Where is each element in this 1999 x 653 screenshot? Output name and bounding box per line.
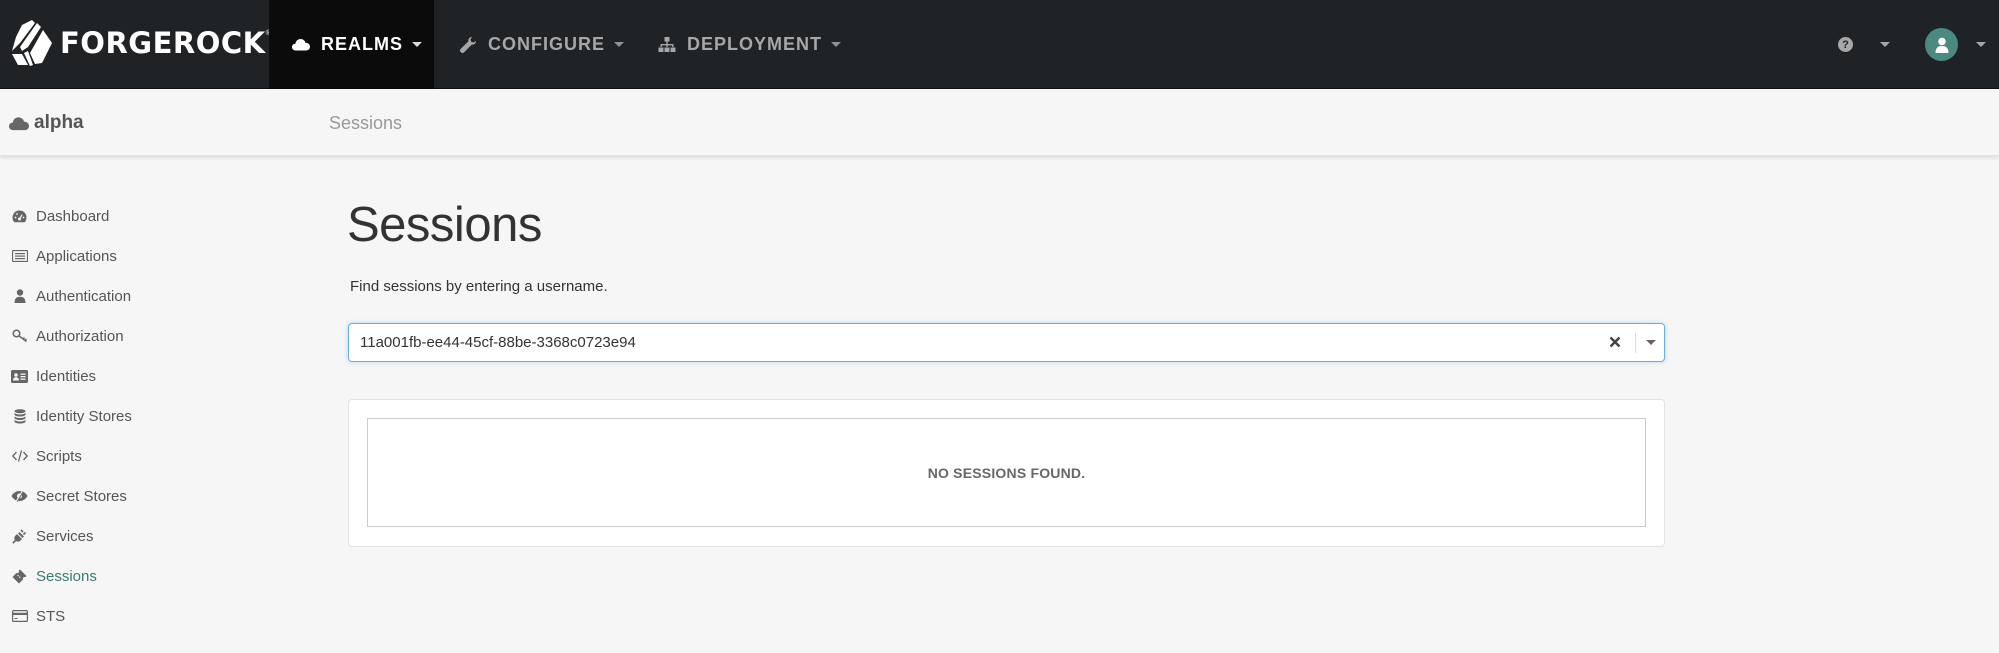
- sidebar-item-services[interactable]: Services: [0, 516, 250, 556]
- help-menu-button[interactable]: ?: [1838, 0, 1853, 89]
- question-circle-icon: ?: [1838, 37, 1853, 52]
- realm-name[interactable]: alpha: [9, 112, 84, 134]
- sitemap-icon: [657, 35, 677, 55]
- clear-search-button[interactable]: [1606, 333, 1624, 351]
- code-icon: [11, 448, 28, 464]
- sidebar-item-label: Scripts: [36, 447, 82, 465]
- sidebar-item-label: STS: [36, 607, 66, 625]
- nav-realms-label: REALMS: [321, 34, 403, 54]
- sidebar-item-authentication[interactable]: Authentication: [0, 276, 250, 316]
- user-avatar-icon: [1925, 28, 1958, 61]
- chevron-down-icon: [1880, 42, 1890, 47]
- help-menu-caret[interactable]: [1880, 0, 1890, 89]
- id-card-icon: [11, 368, 28, 384]
- nav-realms[interactable]: REALMS: [269, 0, 434, 89]
- select-separator: [1635, 333, 1636, 353]
- sidebar-item-applications[interactable]: Applications: [0, 236, 250, 276]
- brand-name: FORGEROCK: [60, 26, 266, 60]
- top-navbar: FORGEROCK® REALMS CONFIGURE DEPLOYMENT ?: [0, 0, 1999, 89]
- forgerock-logo-icon: [12, 20, 52, 66]
- sidebar-item-label: Dashboard: [36, 207, 110, 225]
- sidebar-item-sessions[interactable]: Sessions: [0, 556, 250, 596]
- eye-slash-icon: [11, 488, 28, 504]
- chevron-down-icon: [614, 42, 624, 47]
- sessions-results-panel: NO SESSIONS FOUND.: [348, 399, 1665, 547]
- list-alt-icon: [11, 248, 28, 264]
- cloud-icon: [9, 116, 29, 130]
- database-icon: [11, 408, 28, 424]
- no-sessions-message: NO SESSIONS FOUND.: [927, 464, 1086, 481]
- realm-label: alpha: [34, 112, 84, 133]
- sidebar-item-secret-stores[interactable]: Secret Stores: [0, 476, 250, 516]
- page-title: Sessions: [347, 198, 542, 252]
- sidebar-item-label: Authorization: [36, 327, 124, 345]
- credit-card-icon: [11, 608, 28, 624]
- sidebar-item-label: Applications: [36, 247, 117, 265]
- sidebar-item-authorization[interactable]: Authorization: [0, 316, 250, 356]
- nav-deployment-label: DEPLOYMENT: [687, 34, 823, 54]
- sidebar-item-label: Identities: [36, 367, 97, 385]
- chevron-down-icon: [412, 42, 422, 47]
- nav-configure-label: CONFIGURE: [488, 34, 605, 54]
- chevron-down-icon: [831, 42, 842, 47]
- forgerock-logo[interactable]: FORGEROCK®: [8, 15, 271, 71]
- user-icon: [11, 288, 28, 304]
- close-icon: [1609, 336, 1621, 348]
- cloud-icon: [291, 35, 311, 55]
- breadcrumb: Sessions: [329, 113, 403, 133]
- ticket-icon: [11, 568, 28, 584]
- nav-configure[interactable]: CONFIGURE: [455, 0, 624, 89]
- sidebar-item-label: Sessions: [36, 567, 97, 585]
- username-search-select[interactable]: [348, 323, 1665, 362]
- sidebar-item-dashboard[interactable]: Dashboard: [0, 196, 250, 236]
- sidebar-item-identities[interactable]: Identities: [0, 356, 250, 396]
- realm-subheader: alpha Sessions: [0, 90, 1999, 156]
- search-hint: Find sessions by entering a username.: [350, 278, 608, 295]
- user-menu-caret[interactable]: [1976, 0, 1986, 89]
- dropdown-toggle-icon[interactable]: [1646, 340, 1656, 345]
- user-menu-button[interactable]: [1925, 0, 1958, 89]
- username-search-input[interactable]: [360, 324, 1560, 361]
- sidebar: Dashboard Applications Authentication Au…: [0, 196, 250, 636]
- plug-icon: [11, 528, 28, 544]
- dashboard-icon: [11, 208, 28, 224]
- nav-deployment[interactable]: DEPLOYMENT: [655, 0, 842, 89]
- sidebar-item-label: Authentication: [36, 287, 132, 305]
- sidebar-item-sts[interactable]: STS: [0, 596, 250, 636]
- empty-state: NO SESSIONS FOUND.: [367, 418, 1646, 527]
- sidebar-item-label: Secret Stores: [36, 487, 127, 505]
- chevron-down-icon: [1976, 42, 1986, 47]
- wrench-icon: [458, 35, 478, 55]
- sidebar-item-scripts[interactable]: Scripts: [0, 436, 250, 476]
- sidebar-item-label: Identity Stores: [36, 407, 132, 425]
- key-icon: [11, 328, 28, 344]
- sidebar-item-label: Services: [36, 527, 94, 545]
- sidebar-item-identity-stores[interactable]: Identity Stores: [0, 396, 250, 436]
